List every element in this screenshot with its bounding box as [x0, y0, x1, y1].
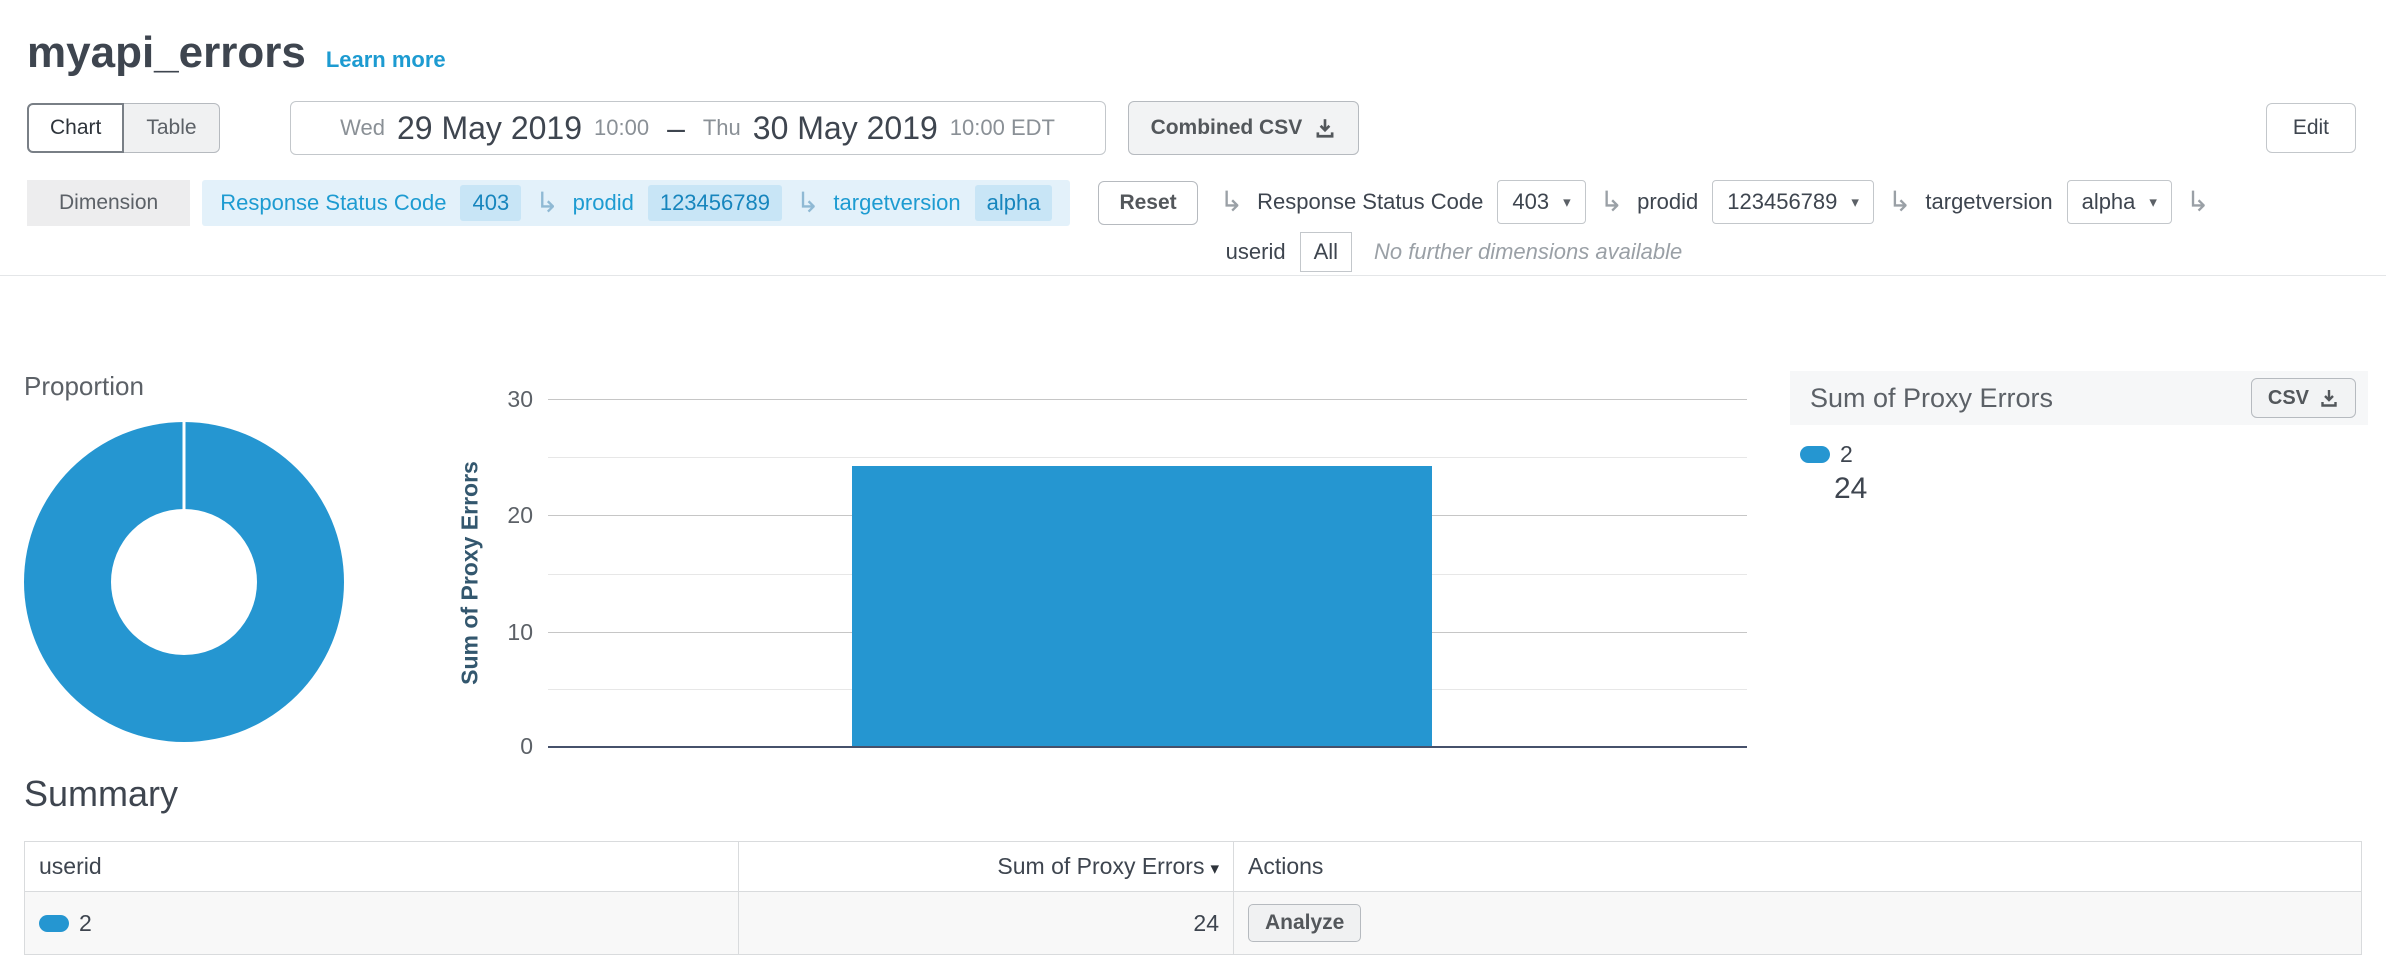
dimension-section: Dimension Response Status Code 403 ↳ pro… [0, 180, 2386, 272]
status-code-select-value: 403 [1512, 189, 1549, 215]
next-dimension-name: userid [1226, 239, 1286, 265]
proportion-donut-chart[interactable] [24, 422, 344, 742]
chart-legend: 2 24 [1790, 441, 2368, 506]
targetversion-select[interactable]: alpha ▾ [2067, 180, 2172, 224]
gridline-30 [548, 399, 1747, 400]
caret-down-icon: ▾ [1563, 193, 1571, 211]
column-header-sum[interactable]: Sum of Proxy Errors▾ [739, 842, 1234, 892]
next-dimension-row: userid All No further dimensions availab… [1220, 232, 2210, 272]
learn-more-link[interactable]: Learn more [326, 47, 446, 73]
date-range-picker[interactable]: Wed 29 May 2019 10:00 – Thu 30 May 2019 … [290, 101, 1106, 155]
combined-csv-label: Combined CSV [1151, 116, 1303, 140]
proportion-title: Proportion [24, 371, 144, 402]
date-range-start-date: 29 May 2019 [397, 110, 582, 147]
applied-dimensions-strip: Response Status Code 403 ↳ prodid 123456… [202, 180, 1070, 226]
applied-dimension-value[interactable]: 123456789 [648, 185, 782, 221]
branch-arrow-icon: ↳ [1220, 188, 1243, 216]
prodid-select-value: 123456789 [1727, 189, 1837, 215]
summary-table: userid Sum of Proxy Errors▾ Actions 2 24… [24, 841, 2362, 955]
y-tick-0: 0 [463, 732, 533, 760]
y-tick-30: 30 [463, 385, 533, 413]
applied-dimension-value[interactable]: alpha [975, 185, 1053, 221]
date-range-separator: – [667, 110, 685, 147]
sort-desc-icon: ▾ [1210, 859, 1219, 878]
charts-area: Proportion Sum of Proxy Errors 30 20 10 … [0, 275, 2386, 773]
applied-dimension-name: prodid [573, 190, 634, 216]
legend-value: 24 [1834, 472, 2368, 506]
applied-dimension-name: Response Status Code [220, 190, 446, 216]
csv-export-button[interactable]: CSV [2251, 378, 2356, 418]
next-dimension-value-button[interactable]: All [1300, 232, 1352, 272]
x-axis-line [548, 746, 1747, 748]
status-code-select[interactable]: 403 ▾ [1497, 180, 1585, 224]
y-tick-20: 20 [463, 501, 533, 529]
no-more-dimensions-text: No further dimensions available [1374, 239, 1682, 265]
donut-hole [111, 509, 257, 655]
dimension-selectors: ↳ Response Status Code 403 ▾ ↳ prodid 12… [1220, 180, 2210, 272]
selector-name: prodid [1637, 189, 1698, 215]
branch-arrow-icon: ↳ [1600, 188, 1623, 216]
caret-down-icon: ▾ [1851, 193, 1859, 211]
chart-toggle-button[interactable]: Chart [27, 103, 124, 153]
header: myapi_errors Learn more [0, 0, 2386, 78]
table-row: 2 24 Analyze [25, 892, 2362, 955]
prodid-select[interactable]: 123456789 ▾ [1712, 180, 1874, 224]
edit-button[interactable]: Edit [2266, 103, 2356, 153]
bar-chart-y-axis-title: Sum of Proxy Errors [457, 461, 484, 685]
cell-userid: 2 [25, 892, 739, 955]
download-icon [2319, 388, 2339, 408]
cell-userid-value: 2 [79, 910, 92, 937]
gridline-25 [548, 457, 1747, 458]
csv-button-label: CSV [2268, 387, 2309, 410]
reset-button[interactable]: Reset [1098, 181, 1197, 225]
page-title: myapi_errors [27, 28, 306, 78]
dashboard-page: myapi_errors Learn more Chart Table Wed … [0, 0, 2386, 968]
branch-arrow-icon: ↳ [535, 189, 558, 217]
series-swatch [39, 915, 69, 932]
legend-label: 2 [1840, 441, 1853, 468]
branch-arrow-icon: ↳ [2186, 188, 2209, 216]
series-summary-panel: Sum of Proxy Errors CSV 2 24 [1790, 371, 2368, 506]
date-range-end-day: Thu [703, 115, 741, 141]
table-toggle-button[interactable]: Table [124, 103, 219, 153]
legend-item[interactable]: 2 [1800, 441, 2368, 468]
proxy-errors-bar[interactable] [852, 466, 1432, 746]
selector-name: Response Status Code [1257, 189, 1483, 215]
date-range-end-date: 30 May 2019 [753, 110, 938, 147]
cell-sum: 24 [739, 892, 1234, 955]
cell-actions: Analyze [1234, 892, 2362, 955]
download-icon [1314, 117, 1336, 139]
dimension-selector-row: ↳ Response Status Code 403 ▾ ↳ prodid 12… [1220, 180, 2210, 224]
dimension-label: Dimension [27, 180, 190, 226]
legend-swatch [1800, 446, 1830, 463]
branch-arrow-icon: ↳ [1888, 188, 1911, 216]
y-tick-10: 10 [463, 618, 533, 646]
analyze-button[interactable]: Analyze [1248, 904, 1361, 942]
branch-arrow-icon: ↳ [796, 189, 819, 217]
caret-down-icon: ▾ [2149, 193, 2157, 211]
selector-name: targetversion [1925, 189, 2052, 215]
toolbar: Chart Table Wed 29 May 2019 10:00 – Thu … [0, 100, 2386, 156]
column-header-actions: Actions [1234, 842, 2362, 892]
applied-dimension-value[interactable]: 403 [460, 185, 521, 221]
summary-title: Summary [24, 773, 2386, 815]
series-summary-header: Sum of Proxy Errors CSV [1790, 371, 2368, 425]
date-range-start-day: Wed [340, 115, 385, 141]
date-range-start-time: 10:00 [594, 115, 649, 141]
column-header-userid[interactable]: userid [25, 842, 739, 892]
applied-dimension-name: targetversion [833, 190, 960, 216]
date-range-end-time: 10:00 EDT [950, 115, 1055, 141]
view-toggle: Chart Table [27, 103, 220, 153]
combined-csv-button[interactable]: Combined CSV [1128, 101, 1360, 155]
summary-table-header-row: userid Sum of Proxy Errors▾ Actions [25, 842, 2362, 892]
targetversion-select-value: alpha [2082, 189, 2136, 215]
donut-slice-separator [183, 422, 186, 510]
series-summary-title: Sum of Proxy Errors [1810, 383, 2053, 414]
